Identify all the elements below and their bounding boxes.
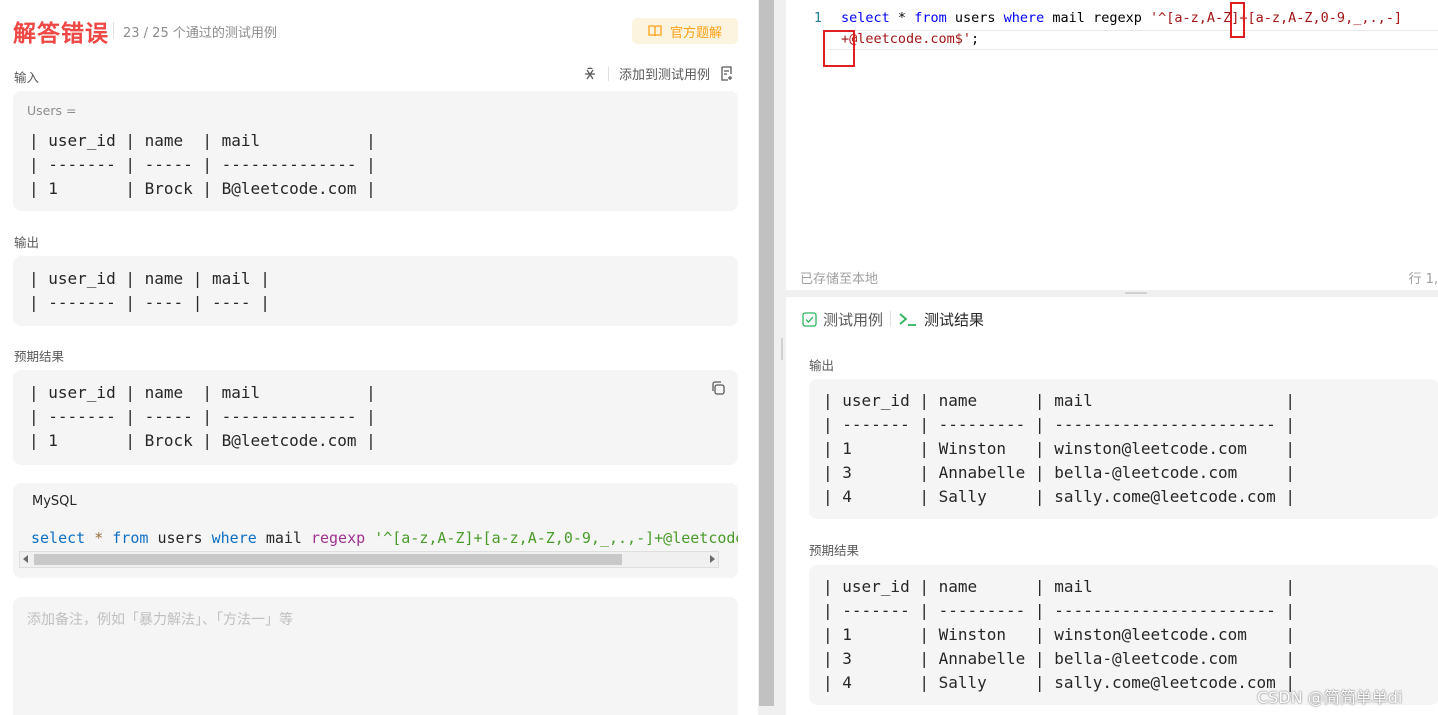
editor-line[interactable]: select * from users where mail regexp '^… bbox=[841, 10, 1402, 26]
tab-test-result-label: 测试结果 bbox=[924, 310, 985, 329]
cursor-position: 行 1, bbox=[1408, 272, 1438, 287]
editor-identifier: users bbox=[954, 10, 996, 26]
copy-icon[interactable] bbox=[710, 380, 726, 396]
expected-label: 预期结果 bbox=[14, 349, 65, 364]
output-table: | user_id | name | mail | | ------- | --… bbox=[29, 269, 270, 312]
code-keyword: where bbox=[211, 529, 257, 547]
input-toolbar: 添加到测试用例 bbox=[582, 64, 734, 83]
official-solution-label: 官方题解 bbox=[669, 25, 722, 41]
panel-resize-divider[interactable] bbox=[786, 290, 1438, 297]
passed-count-text: 23 / 25 个通过的测试用例 bbox=[123, 26, 277, 41]
toolbar-divider bbox=[607, 66, 609, 81]
code-editor[interactable]: 1 select * from users where mail regexp … bbox=[786, 0, 1438, 290]
resize-grip[interactable] bbox=[781, 338, 783, 360]
checkbox-icon bbox=[802, 311, 817, 327]
scrollbar-thumb[interactable] bbox=[759, 0, 774, 706]
tab-testcases[interactable]: 测试用例 bbox=[802, 309, 883, 330]
result-output-table: | user_id | name | mail | | ------- | --… bbox=[823, 391, 1296, 506]
input-block: Users = | user_id | name | mail | | ----… bbox=[13, 91, 738, 211]
input-label: 输入 bbox=[14, 70, 40, 85]
resize-grip[interactable] bbox=[1125, 292, 1147, 294]
debug-icon[interactable] bbox=[582, 66, 598, 82]
editor-keyword: from bbox=[914, 10, 947, 26]
input-table: | user_id | name | mail | | ------- | --… bbox=[29, 131, 376, 198]
output-block: | user_id | name | mail | | ------- | --… bbox=[13, 256, 738, 326]
editor-semicolon: ; bbox=[971, 31, 980, 47]
code-operator: * bbox=[94, 529, 104, 547]
title-divider bbox=[113, 22, 114, 38]
notes-textarea[interactable]: 添加备注，例如「暴力解法」、「方法一」等 bbox=[13, 597, 738, 715]
code-identifier: mail bbox=[265, 529, 302, 547]
terminal-icon bbox=[899, 312, 917, 326]
scroll-right-arrow-icon[interactable] bbox=[710, 555, 715, 563]
code-horizontal-scrollbar[interactable] bbox=[19, 551, 719, 568]
official-solution-button[interactable]: 官方题解 bbox=[632, 18, 738, 44]
scrollbar-thumb[interactable] bbox=[34, 554, 622, 565]
result-expected-table: | user_id | name | mail | | ------- | --… bbox=[823, 577, 1296, 692]
editor-keyword: where bbox=[1003, 10, 1045, 26]
code-string: '^[a-z,A-Z]+[a-z,A-Z,0-9,_,.,-]+@leetcod… bbox=[374, 529, 738, 547]
saved-status: 已存储至本地 bbox=[800, 272, 879, 287]
tab-divider bbox=[890, 311, 892, 327]
left-panel-scrollbar[interactable] bbox=[758, 0, 775, 715]
result-status-title: 解答错误 bbox=[13, 21, 109, 47]
add-to-testcase-button[interactable]: 添加到测试用例 bbox=[619, 64, 710, 83]
editor-function: regexp bbox=[1093, 10, 1142, 26]
annotation-highlight-box bbox=[1230, 2, 1245, 38]
test-result-panel: 测试用例 测试结果 输出 | user_id | name | mail | |… bbox=[786, 297, 1438, 715]
editor-keyword: select bbox=[841, 10, 890, 26]
result-output-block: | user_id | name | mail | | ------- | --… bbox=[809, 379, 1438, 519]
annotation-highlight-box bbox=[823, 30, 855, 67]
editor-operator: * bbox=[897, 10, 907, 26]
notes-placeholder: 添加备注，例如「暴力解法」、「方法一」等 bbox=[27, 612, 293, 628]
scroll-left-arrow-icon[interactable] bbox=[23, 555, 28, 563]
tab-test-result[interactable]: 测试结果 bbox=[898, 309, 984, 330]
code-identifier: users bbox=[157, 529, 203, 547]
result-expected-label: 预期结果 bbox=[809, 543, 860, 558]
code-language-label: MySQL bbox=[32, 494, 77, 509]
editor-identifier: mail bbox=[1052, 10, 1085, 26]
result-detail-panel: 解答错误 23 / 25 个通过的测试用例 官方题解 输入 添加到测试用例 Us… bbox=[0, 0, 758, 715]
code-keyword: from bbox=[112, 529, 149, 547]
editor-string: '^[a-z,A-Z]+[a-z,A-Z,0-9,_,.,-] bbox=[1150, 10, 1402, 26]
watermark: CSDN @简简单单di bbox=[1257, 688, 1403, 707]
editor-wrapped-line[interactable]: +@leetcode.com$'; bbox=[841, 31, 979, 47]
result-tabs: 测试用例 测试结果 bbox=[802, 307, 984, 331]
expected-table: | user_id | name | mail | | ------- | --… bbox=[29, 383, 376, 450]
line-number: 1 bbox=[814, 11, 822, 26]
code-line: select * from users where mail regexp '^… bbox=[31, 529, 738, 547]
code-keyword: select bbox=[31, 529, 86, 547]
result-output-label: 输出 bbox=[809, 358, 835, 373]
table-caption: Users = bbox=[27, 103, 77, 118]
tab-testcases-label: 测试用例 bbox=[823, 310, 884, 329]
add-testcase-icon[interactable] bbox=[720, 66, 734, 81]
code-function: regexp bbox=[310, 529, 366, 547]
book-icon bbox=[648, 25, 662, 37]
editor-string: +@leetcode.com$' bbox=[841, 31, 972, 47]
expected-block: | user_id | name | mail | | ------- | --… bbox=[13, 370, 738, 465]
output-label: 输出 bbox=[14, 235, 40, 250]
